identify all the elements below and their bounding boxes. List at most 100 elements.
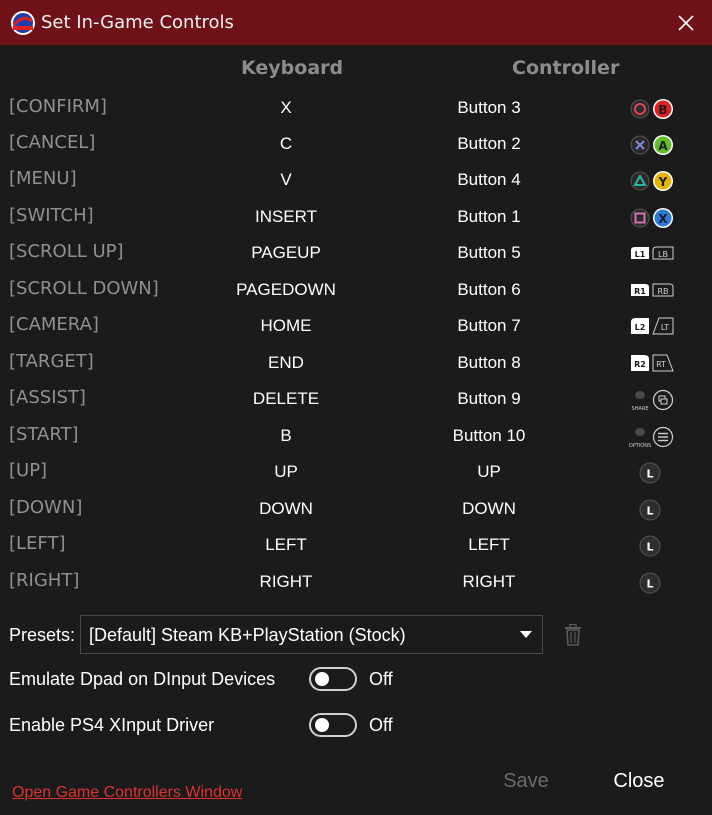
trash-icon[interactable] [563,624,583,646]
action-label: [CAMERA] [9,314,99,335]
rb-label: RB [657,287,668,296]
keyboard-binding[interactable]: DOWN [186,499,386,519]
keyboard-binding[interactable]: X [186,98,386,118]
left-stick-left-icon: L [639,535,661,557]
options-label: OPTIONS [629,443,651,449]
keyboard-binding[interactable]: C [186,134,386,154]
action-label: [TARGET] [9,351,94,372]
action-label: [SWITCH] [9,205,94,226]
keyboard-binding[interactable]: HOME [186,316,386,336]
keyboard-binding[interactable]: PAGEDOWN [186,280,386,300]
r1-rb-bumper-icon: R1 RB [631,283,674,297]
action-label: [START] [9,424,79,445]
l1-label: L1 [635,250,646,259]
xbox-y-label: Y [658,175,668,189]
binding-row-switch: [SWITCH] INSERT Button 1 X [0,201,712,235]
keyboard-binding[interactable]: UP [186,462,386,482]
close-button[interactable]: Close [598,770,680,798]
left-stick-up-icon: L [639,462,661,484]
emulate-dpad-label: Emulate Dpad on DInput Devices [9,669,276,689]
r2-rt-trigger-icon: R2 RT [631,354,674,372]
binding-row-camera: [CAMERA] HOME Button 7 L2 LT [0,310,712,344]
controller-binding[interactable]: RIGHT [389,572,589,592]
l1-lb-bumper-icon: L1 LB [631,246,674,260]
controller-binding[interactable]: Button 10 [389,426,589,446]
binding-row-scroll-down: [SCROLL DOWN] PAGEDOWN Button 6 R1 RB [0,274,712,308]
controller-binding[interactable]: Button 1 [389,207,589,227]
binding-row-up: [UP] UP UP L [0,456,712,490]
xbox-a-label: A [658,139,668,153]
action-label: [SCROLL DOWN] [9,278,159,299]
emulate-dpad-state: Off [369,669,393,689]
controller-binding[interactable]: Button 5 [389,243,589,263]
action-label: [SCROLL UP] [9,241,124,262]
square-x-button-icon: X [630,208,673,228]
keyboard-binding[interactable]: END [186,353,386,373]
controller-binding[interactable]: UP [389,462,589,482]
presets-selected-value: [Default] Steam KB+PlayStation (Stock) [89,625,406,645]
open-game-controllers-link[interactable]: Open Game Controllers Window [12,784,242,802]
triangle-y-button-icon: Y [630,171,673,191]
keyboard-binding[interactable]: INSERT [186,207,386,227]
action-label: [CONFIRM] [9,96,107,117]
emulate-dpad-toggle[interactable] [309,667,357,691]
controller-binding[interactable]: Button 7 [389,316,589,336]
controller-binding[interactable]: Button 8 [389,353,589,373]
left-stick-down-icon: L [639,499,661,521]
share-view-button-icon: SHARE [632,389,674,412]
action-label: [LEFT] [9,533,66,554]
lb-label: LB [658,250,668,259]
ps4-xinput-state: Off [369,715,393,735]
binding-row-target: [TARGET] END Button 8 R2 RT [0,347,712,381]
lstick-label: L [646,505,653,518]
action-label: [UP] [9,460,48,481]
share-label: SHARE [632,406,649,412]
lt-label: LT [661,323,669,332]
keyboard-binding[interactable]: RIGHT [186,572,386,592]
save-button[interactable]: Save [490,770,562,798]
controller-binding[interactable]: DOWN [389,499,589,519]
controller-binding[interactable]: Button 6 [389,280,589,300]
title-bar: Set In-Game Controls [0,0,712,45]
keyboard-binding[interactable]: LEFT [186,535,386,555]
action-label: [RIGHT] [9,570,80,591]
action-label: [ASSIST] [9,387,86,408]
controller-binding[interactable]: LEFT [389,535,589,555]
circle-b-button-icon: B [630,99,673,119]
binding-row-left: [LEFT] LEFT LEFT L [0,529,712,563]
controller-binding[interactable]: Button 9 [389,389,589,409]
r1-label: R1 [634,287,646,296]
l2-lt-trigger-icon: L2 LT [631,317,674,335]
binding-row-right: [RIGHT] RIGHT RIGHT L [0,566,712,600]
controller-binding[interactable]: Button 3 [389,98,589,118]
ps4-xinput-label: Enable PS4 XInput Driver [9,715,215,735]
presets-dropdown[interactable]: [Default] Steam KB+PlayStation (Stock) [80,615,543,654]
controller-column-header: Controller [512,57,620,79]
keyboard-binding[interactable]: B [186,426,386,446]
keyboard-binding[interactable]: V [186,170,386,190]
ps4-xinput-toggle[interactable] [309,713,357,737]
window-title: Set In-Game Controls [41,12,234,33]
rt-label: RT [656,360,666,369]
lstick-label: L [646,541,653,554]
binding-row-scroll-up: [SCROLL UP] PAGEUP Button 5 L1 LB [0,237,712,271]
keyboard-column-header: Keyboard [241,57,344,79]
close-window-icon[interactable] [670,8,702,38]
toggle-knob [315,672,329,686]
action-label: [MENU] [9,168,77,189]
app-logo-icon [11,11,35,35]
binding-row-down: [DOWN] DOWN DOWN L [0,493,712,527]
presets-label: Presets: [9,625,76,645]
binding-row-cancel: [CANCEL] C Button 2 A [0,128,712,162]
lstick-label: L [646,578,653,591]
keyboard-binding[interactable]: DELETE [186,389,386,409]
l2-label: L2 [635,323,646,332]
controller-binding[interactable]: Button 4 [389,170,589,190]
keyboard-binding[interactable]: PAGEUP [186,243,386,263]
action-label: [DOWN] [9,497,83,518]
binding-row-assist: [ASSIST] DELETE Button 9 SHARE [0,383,712,417]
controller-binding[interactable]: Button 2 [389,134,589,154]
xbox-b-label: B [658,103,667,117]
options-menu-button-icon: OPTIONS [629,426,674,449]
cross-a-button-icon: A [630,135,673,155]
